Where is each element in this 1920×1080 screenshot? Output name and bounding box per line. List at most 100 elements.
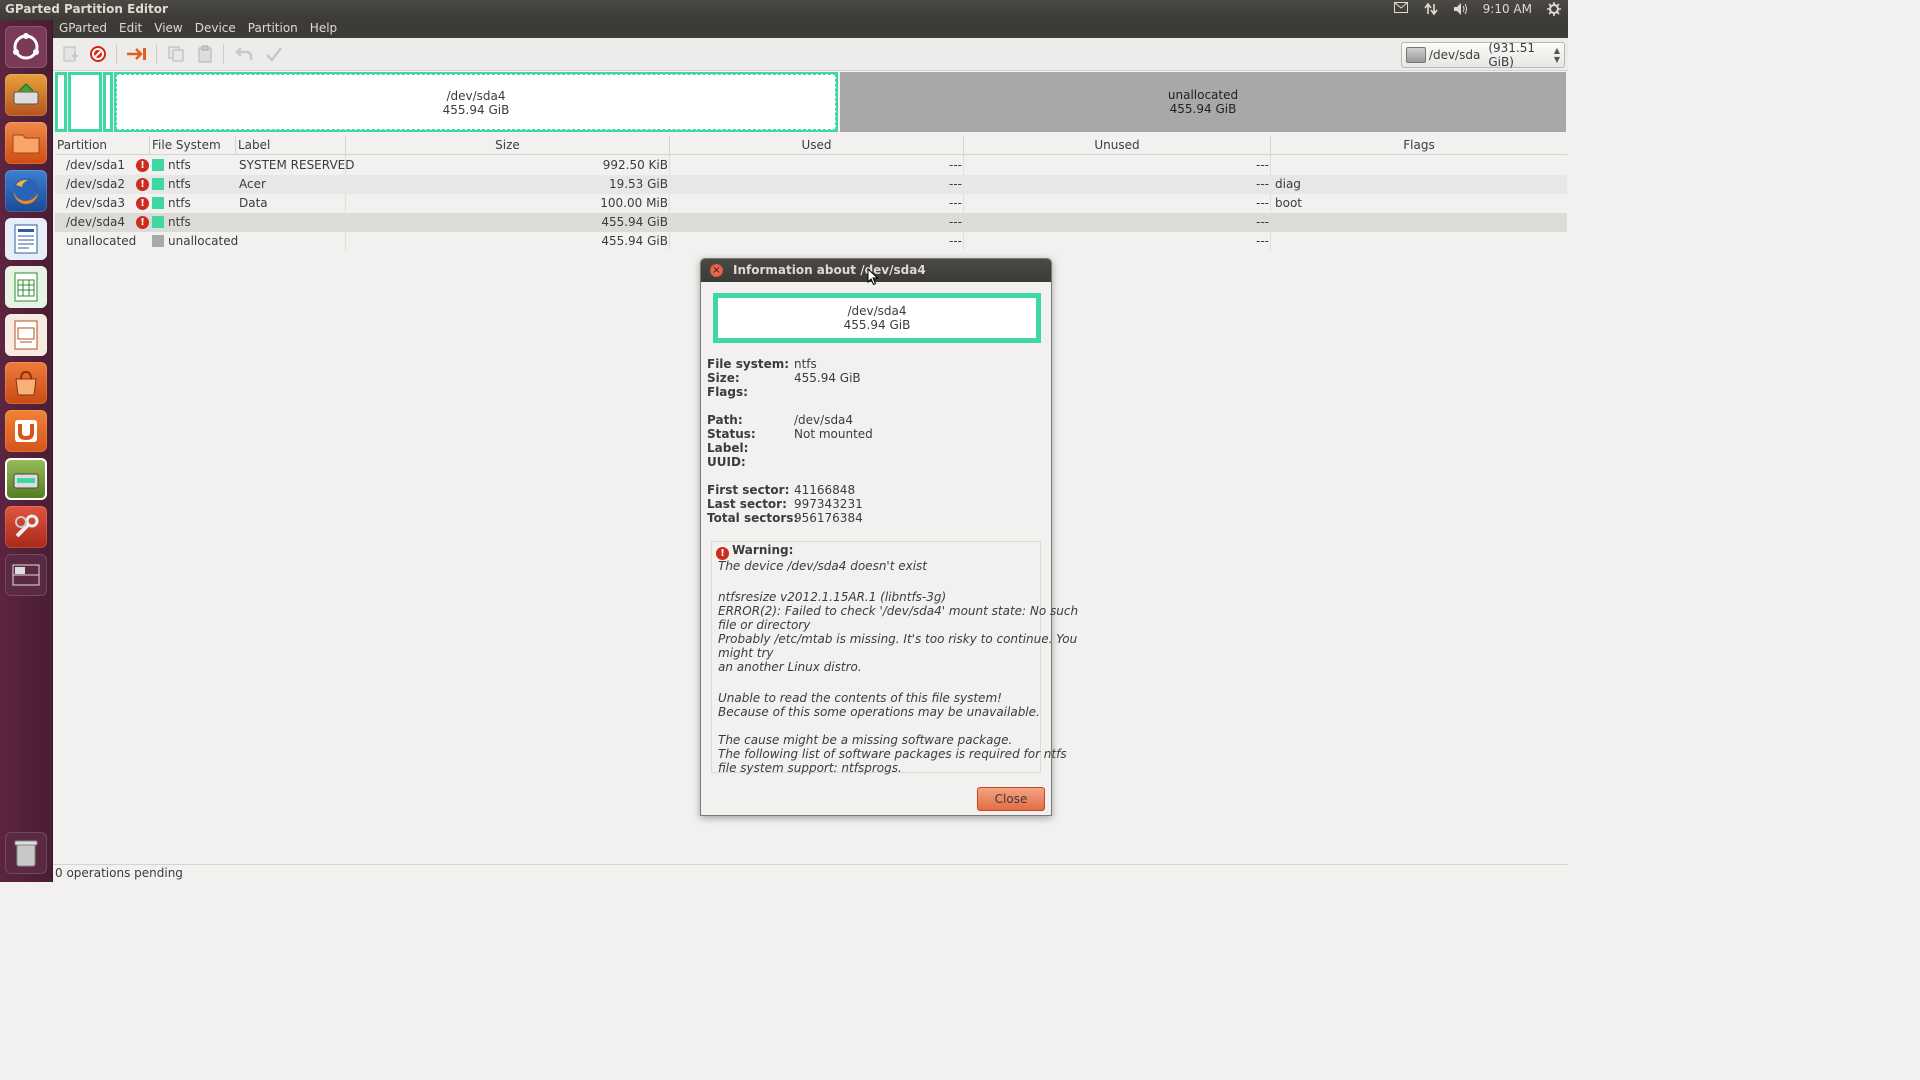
menu-device[interactable]: Device	[189, 20, 242, 38]
dialog-title: Information about /dev/sda4	[733, 263, 926, 277]
disk-segment-sda4-inner: /dev/sda4 455.94 GiB	[116, 74, 836, 130]
dash-home-icon[interactable]	[5, 26, 47, 68]
impress-presentation-icon[interactable]	[5, 314, 47, 356]
settings-gear-icon[interactable]	[1546, 2, 1562, 16]
device-selector[interactable]: /dev/sda (931.51 GiB) ▲ ▼	[1401, 41, 1565, 69]
warning-line: Because of this some operations may be u…	[718, 705, 1040, 719]
cell-unused: ---	[1256, 158, 1269, 172]
gparted-active-icon[interactable]	[5, 458, 47, 500]
mail-icon[interactable]	[1393, 2, 1409, 16]
dialog-graphic-size: 455.94 GiB	[843, 318, 911, 332]
calc-spreadsheet-icon[interactable]	[5, 266, 47, 308]
cell-size: 455.94 GiB	[601, 215, 668, 229]
toolbar: /dev/sda (931.51 GiB) ▲ ▼	[53, 38, 1568, 71]
ubuntu-one-icon[interactable]	[5, 410, 47, 452]
header-flags[interactable]: Flags	[1271, 136, 1567, 155]
warning-line: ERROR(2): Failed to check '/dev/sda4' mo…	[718, 604, 1079, 618]
status-bar: 0 operations pending	[53, 864, 1568, 882]
table-row-sda4[interactable]: /dev/sda4 ! ntfs 455.94 GiB --- ---	[55, 213, 1567, 232]
table-row-sda3[interactable]: /dev/sda3 ! ntfs Data 100.00 MiB --- ---…	[55, 194, 1567, 213]
disk-segment-sda2[interactable]	[68, 72, 102, 132]
warning-line: The cause might be a missing software pa…	[718, 733, 1013, 747]
files-folder-icon[interactable]	[5, 122, 47, 164]
warning-line: The device /dev/sda4 doesn't exist	[718, 559, 928, 573]
cell-label: SYSTEM RESERVED	[239, 158, 355, 172]
fs-color-swatch	[152, 216, 164, 228]
cell-used: ---	[949, 196, 962, 210]
header-unused[interactable]: Unused	[964, 136, 1271, 155]
undo-icon[interactable]	[233, 44, 255, 64]
top-panel: GParted Partition Editor 9:10 AM	[0, 0, 1568, 20]
apply-check-icon[interactable]	[263, 44, 285, 64]
warning-icon: !	[136, 216, 149, 229]
trash-icon[interactable]	[5, 832, 47, 874]
segment-unalloc-size: 455.94 GiB	[1169, 102, 1237, 116]
paste-icon[interactable]	[194, 44, 216, 64]
warning-line: file system support: ntfsprogs.	[718, 761, 902, 775]
header-partition[interactable]: Partition	[55, 136, 150, 155]
new-partition-icon[interactable]	[59, 44, 81, 64]
header-filesystem[interactable]: File System	[150, 136, 236, 155]
cell-partition: /dev/sda3	[66, 196, 126, 210]
status-text: 0 operations pending	[55, 866, 183, 880]
disk-graphic: /dev/sda4 455.94 GiB unallocated 455.94 …	[55, 72, 1566, 132]
system-settings-wrench-icon[interactable]	[5, 506, 47, 548]
disk-segment-sda4[interactable]: /dev/sda4 455.94 GiB	[114, 72, 838, 132]
menu-gparted[interactable]: GParted	[53, 20, 113, 38]
delete-partition-icon[interactable]	[87, 44, 109, 64]
indicator-area: 9:10 AM	[1393, 2, 1562, 16]
warning-line: ntfsresize v2012.1.15AR.1 (libntfs-3g)	[718, 590, 947, 604]
fs-color-swatch	[152, 178, 164, 190]
table-row-unallocated[interactable]: unallocated unallocated 455.94 GiB --- -…	[55, 232, 1567, 251]
segment-sda4-size: 455.94 GiB	[442, 103, 510, 117]
warning-line: The following list of software packages …	[718, 747, 1067, 761]
launcher	[0, 20, 53, 882]
menu-view[interactable]: View	[148, 20, 188, 38]
dialog-close-x-icon[interactable]: ×	[710, 264, 723, 277]
gparted-icon[interactable]	[5, 74, 47, 116]
cell-unused: ---	[1256, 196, 1269, 210]
cell-filesystem: unallocated	[168, 234, 239, 248]
firefox-icon[interactable]	[5, 170, 47, 212]
cell-filesystem: ntfs	[168, 196, 191, 210]
software-center-bag-icon[interactable]	[5, 362, 47, 404]
mouse-cursor-icon	[867, 268, 879, 286]
clock[interactable]: 9:10 AM	[1483, 2, 1532, 16]
spin-arrows-icon: ▲ ▼	[1553, 46, 1560, 64]
fs-color-swatch	[152, 235, 164, 247]
writer-document-icon[interactable]	[5, 218, 47, 260]
close-button[interactable]: Close	[977, 787, 1045, 811]
workspace-switcher-icon[interactable]	[5, 554, 47, 596]
cell-flags: diag	[1275, 177, 1301, 191]
fs-color-swatch	[152, 159, 164, 171]
warning-icon: !	[136, 178, 149, 191]
resize-move-icon[interactable]	[126, 44, 148, 64]
volume-icon[interactable]	[1453, 2, 1469, 16]
menu-partition[interactable]: Partition	[242, 20, 304, 38]
cell-filesystem: ntfs	[168, 215, 191, 229]
menu-edit[interactable]: Edit	[113, 20, 148, 38]
network-icon[interactable]	[1423, 2, 1439, 16]
warning-line: might try	[718, 646, 774, 660]
cell-partition: unallocated	[66, 234, 137, 248]
disk-segment-sda3[interactable]	[103, 72, 113, 132]
copy-icon[interactable]	[165, 44, 187, 64]
disk-segment-unallocated[interactable]: unallocated 455.94 GiB	[840, 72, 1566, 132]
warning-line: an another Linux distro.	[718, 660, 862, 674]
table-row-sda1[interactable]: /dev/sda1 ! ntfs SYSTEM RESERVED 992.50 …	[55, 156, 1567, 175]
cell-filesystem: ntfs	[168, 177, 191, 191]
header-size[interactable]: Size	[346, 136, 670, 155]
cell-partition: /dev/sda4	[66, 215, 126, 229]
menu-help[interactable]: Help	[304, 20, 343, 38]
header-label[interactable]: Label	[236, 136, 346, 155]
segment-unalloc-name: unallocated	[1167, 88, 1239, 102]
warning-message-box: ! Warning: The device /dev/sda4 doesn't e…	[711, 541, 1078, 775]
warning-icon: !	[136, 159, 149, 172]
partition-info-dialog: × Information about /dev/sda4 /dev/sda4 …	[700, 258, 1078, 816]
table-row-sda2[interactable]: /dev/sda2 ! ntfs Acer 19.53 GiB --- --- …	[55, 175, 1567, 194]
device-size: (931.51 GiB)	[1488, 41, 1535, 69]
cell-label: Data	[239, 196, 268, 210]
header-used[interactable]: Used	[670, 136, 964, 155]
warning-heading: ! Warning:	[716, 543, 793, 560]
disk-segment-sda1[interactable]	[55, 72, 67, 132]
